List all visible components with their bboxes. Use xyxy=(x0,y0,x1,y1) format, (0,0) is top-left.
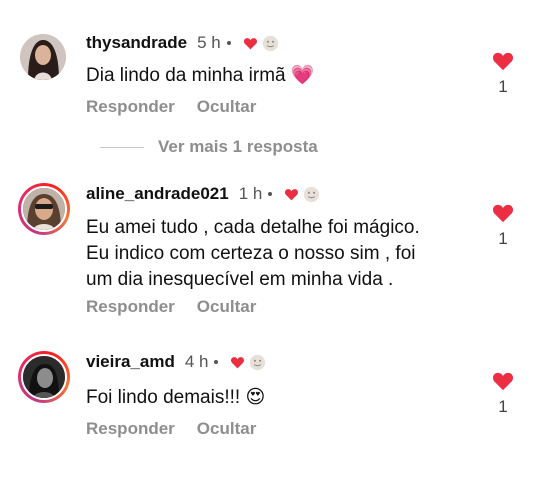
username[interactable]: vieira_amd xyxy=(86,352,175,372)
username[interactable]: thysandrade xyxy=(86,33,187,53)
timestamp: 5 h xyxy=(197,33,221,52)
separator-dot xyxy=(214,360,219,364)
comment-text-line: um dia inesquecível em minha vida . xyxy=(86,269,394,290)
comment-actions: Responder Ocultar xyxy=(86,419,278,439)
author-liked-heart-icon xyxy=(285,188,299,200)
like-control: 1 xyxy=(492,203,514,249)
face-icon xyxy=(304,186,320,202)
face-icon xyxy=(250,354,266,370)
author-liked-heart-icon xyxy=(243,37,257,49)
comment-header: vieira_amd 4 h xyxy=(86,351,266,373)
username[interactable]: aline_andrade021 xyxy=(86,184,229,204)
heart-icon[interactable] xyxy=(492,51,514,71)
comment-actions: Responder Ocultar xyxy=(86,97,278,117)
comment-text-line: Eu amei tudo , cada detalhe foi mágico. xyxy=(86,217,420,238)
hide-button[interactable]: Ocultar xyxy=(197,297,257,317)
avatar-photo xyxy=(20,34,66,80)
author-liked-heart-icon xyxy=(231,356,245,368)
comment-text: Foi lindo demais!!! 😍 xyxy=(86,385,486,411)
comment-actions: Responder Ocultar xyxy=(86,297,278,317)
like-count: 1 xyxy=(498,397,508,416)
avatar[interactable] xyxy=(20,34,66,80)
avatar-photo-frame xyxy=(21,186,67,232)
separator-dot xyxy=(226,41,231,45)
avatar-photo xyxy=(23,356,65,398)
hide-button[interactable]: Ocultar xyxy=(197,97,257,117)
like-control: 1 xyxy=(492,51,514,97)
heart-icon[interactable] xyxy=(492,203,514,223)
hide-button[interactable]: Ocultar xyxy=(197,419,257,439)
comment-text-line: Dia lindo da minha irmã 💗 xyxy=(86,65,315,86)
face-icon xyxy=(262,35,278,51)
like-count: 1 xyxy=(498,77,508,96)
view-more-replies-button[interactable]: Ver mais 1 resposta xyxy=(100,137,318,157)
like-count: 1 xyxy=(498,229,508,248)
separator-dot xyxy=(268,192,273,196)
like-control: 1 xyxy=(492,371,514,417)
comment-header: thysandrade 5 h xyxy=(86,32,279,54)
divider-line xyxy=(100,146,144,148)
timestamp: 1 h xyxy=(238,184,263,203)
comment-header: aline_andrade021 1 h xyxy=(86,183,320,205)
heart-icon[interactable] xyxy=(492,371,514,391)
comment-text-line: Foi lindo demais!!! 😍 xyxy=(86,387,266,408)
avatar[interactable] xyxy=(18,351,70,403)
comment-text: Dia lindo da minha irmã 💗 xyxy=(86,63,486,89)
comment-text-line: Eu indico com certeza o nosso sim , foi xyxy=(86,243,416,264)
comment-text: Eu amei tudo , cada detalhe foi mágico. … xyxy=(86,215,486,293)
reply-button[interactable]: Responder xyxy=(86,297,175,317)
timestamp: 4 h xyxy=(184,352,209,371)
avatar[interactable] xyxy=(18,183,70,235)
avatar-photo-frame xyxy=(21,354,67,400)
avatar-photo xyxy=(23,188,65,230)
reply-button[interactable]: Responder xyxy=(86,419,175,439)
reply-button[interactable]: Responder xyxy=(86,97,175,117)
view-more-replies-label: Ver mais 1 resposta xyxy=(158,137,318,156)
